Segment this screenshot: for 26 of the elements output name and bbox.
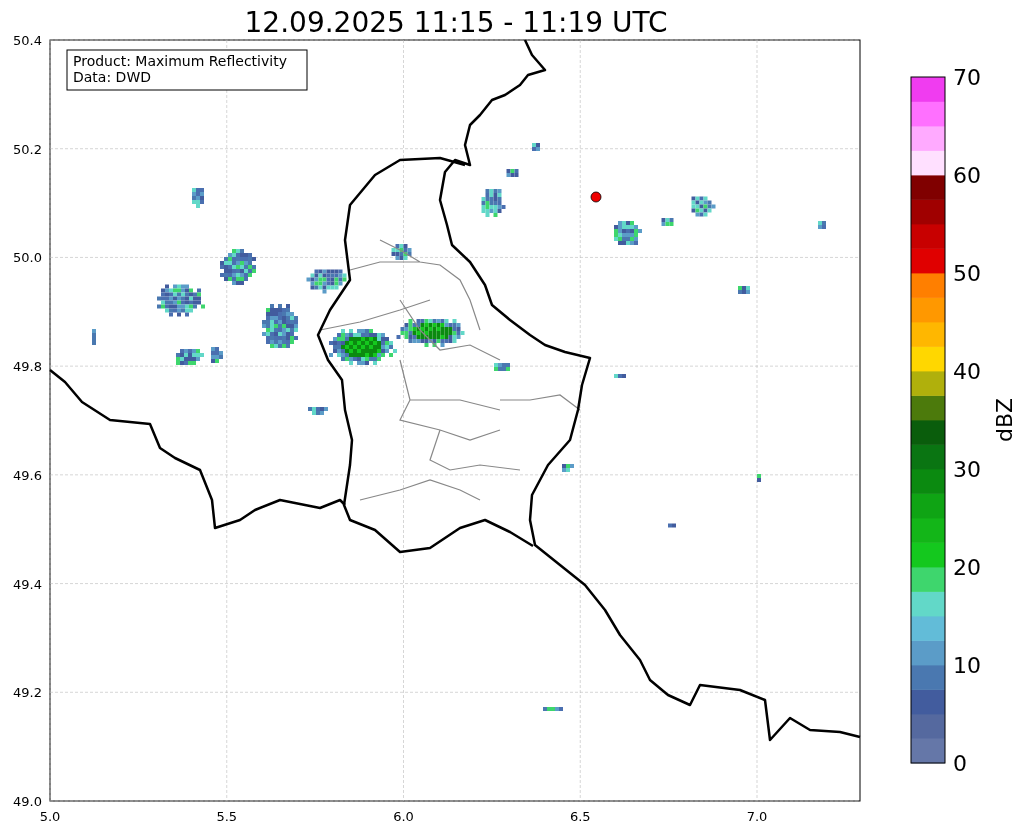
x-tick-label: 6.5 xyxy=(569,809,591,824)
y-tick-label: 49.8 xyxy=(13,359,42,375)
colorbar-tick-label: 50 xyxy=(953,261,981,286)
x-tick-label: 6.0 xyxy=(393,809,414,824)
colorbar-tick-label: 70 xyxy=(953,65,981,90)
y-tick-label: 49.0 xyxy=(13,794,42,809)
y-tick-label: 50.2 xyxy=(13,141,42,157)
colorbar-tick-label: 20 xyxy=(953,555,981,580)
location-marker xyxy=(590,191,602,203)
colorbar-tick-label: 0 xyxy=(953,751,967,776)
colorbar-tick-label: 10 xyxy=(953,653,981,678)
colorbar-label: dBZ xyxy=(992,397,1017,443)
y-tick-label: 49.2 xyxy=(13,685,42,701)
y-tick-label: 50.4 xyxy=(13,33,42,48)
y-tick-label: 50.0 xyxy=(13,250,42,266)
info-text: Product: Maximum Reflectivity xyxy=(73,53,287,69)
colorbar-tick-label: 30 xyxy=(953,457,981,482)
chart-title: 12.09.2025 11:15 - 11:19 UTC xyxy=(244,6,668,39)
y-tick-label: 49.6 xyxy=(13,467,42,483)
x-tick-label: 5.0 xyxy=(39,809,61,824)
colorbar-tick-label: 40 xyxy=(953,359,981,384)
x-tick-label: 5.5 xyxy=(216,809,238,824)
info-text: Data: DWD xyxy=(73,69,151,85)
x-tick-label: 7.0 xyxy=(746,809,768,824)
y-tick-label: 49.4 xyxy=(13,576,42,592)
colorbar-tick-label: 60 xyxy=(953,163,981,188)
